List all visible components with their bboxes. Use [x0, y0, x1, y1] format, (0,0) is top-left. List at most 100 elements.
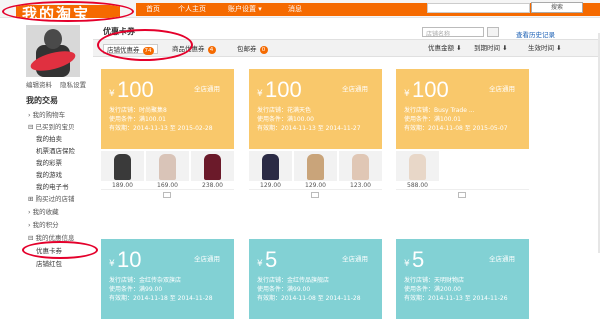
product-thumbnails: 129.00 129.00 123.00	[249, 151, 382, 189]
coupon-footer	[249, 189, 382, 199]
product-image[interactable]	[249, 151, 292, 181]
coupon-condition: 使用条件：满200.00	[404, 286, 461, 293]
sidebar-item-games[interactable]: 我的游戏	[36, 169, 62, 179]
coupon-currency: ¥	[257, 259, 263, 269]
product-thumbnails: 189.00 169.00 238.00	[101, 151, 234, 189]
sidebar-item-points[interactable]: › 我的积分	[28, 219, 59, 229]
sidebar-item-favorites[interactable]: › 我的收藏	[28, 206, 59, 216]
product-image[interactable]	[101, 151, 144, 181]
product-thumbnails: 588.00	[396, 151, 529, 189]
history-link[interactable]: 查看历史记录	[516, 29, 555, 39]
coupon-amount: 5	[265, 247, 278, 272]
coupon-issuer: 发行店铺：天明财物店	[404, 277, 465, 284]
coupon-condition: 使用条件：满99.00	[257, 286, 311, 293]
coupon-edge	[396, 66, 529, 70]
product-price: 129.00	[305, 182, 326, 189]
coupon-scope: 全店通用	[489, 255, 515, 263]
coupon-validity: 有效期：2014-11-08 至 2015-05-07	[404, 125, 508, 132]
coupon-currency: ¥	[404, 89, 410, 99]
shop-search-button[interactable]	[487, 27, 499, 37]
coupon-footer	[101, 189, 234, 199]
coupon-issuer: 发行店铺：花满天色	[257, 107, 312, 114]
coupon-edge	[249, 236, 382, 240]
card-icon[interactable]	[458, 192, 466, 198]
sort-expiry[interactable]: 到期时间 ⬇	[474, 43, 508, 53]
sidebar-item-red-packets[interactable]: 店铺红包	[36, 258, 62, 268]
coupon-footer	[396, 189, 529, 199]
coupon-amount: 100	[117, 77, 154, 102]
sidebar-item-bought[interactable]: ⊟ 已买到的宝贝	[28, 121, 75, 131]
product-price: 238.00	[202, 182, 223, 189]
logo[interactable]: 我的淘宝	[22, 3, 90, 20]
coupon-currency: ¥	[109, 259, 115, 269]
tabs-annotation-circle	[97, 29, 193, 61]
my-trade-heading: 我的交易	[26, 96, 58, 105]
card-icon[interactable]	[311, 192, 319, 198]
profile-links: 编辑资料 隐私设置	[26, 79, 92, 89]
coupon-issuer: 发行店铺：金红传杂双旗店	[109, 277, 182, 284]
product-image[interactable]	[294, 151, 337, 181]
coupon-currency: ¥	[404, 259, 410, 269]
sidebar-item-travel[interactable]: 机票酒店保险	[36, 145, 75, 155]
nav-profile[interactable]: 个人主页	[178, 3, 206, 16]
product-image[interactable]	[396, 151, 439, 181]
nav-messages[interactable]: 消息	[288, 3, 302, 16]
tab-shipping-coupons[interactable]: 包邮券 0	[237, 44, 268, 54]
coupon-condition: 使用条件：满100.00	[257, 116, 314, 123]
coupon-validity: 有效期：2014-11-13 至 2014-11-26	[404, 295, 508, 302]
coupon-face: ¥5 全店通用发行店铺：金红传品旗舰店 使用条件：满99.00 有效期：2014-11…	[249, 236, 382, 319]
avatar[interactable]	[26, 25, 80, 77]
logo-annotation-circle: 我的淘宝	[2, 1, 134, 22]
sort-amount[interactable]: 优惠金额 ⬇	[428, 43, 462, 53]
sidebar-item-ebooks[interactable]: 我的电子书	[36, 181, 69, 191]
sidebar-item-auction[interactable]: 我的拍卖	[36, 133, 62, 143]
product-price: 123.00	[350, 182, 371, 189]
coupon-scope: 全店通用	[194, 85, 220, 93]
coupon-scope: 全店通用	[342, 255, 368, 263]
coupon-validity: 有效期：2014-11-13 至 2015-02-28	[109, 125, 213, 132]
product-price: 169.00	[157, 182, 178, 189]
shop-search-input[interactable]: 店铺名称	[422, 27, 484, 38]
coupon-edge	[249, 66, 382, 70]
coupon-annotation-circle	[22, 241, 98, 259]
top-search-button[interactable]: 搜索	[531, 2, 583, 13]
coupon-amount: 100	[265, 77, 302, 102]
coupon-currency: ¥	[257, 89, 263, 99]
product-image[interactable]	[146, 151, 189, 181]
sidebar-item-shops[interactable]: ⊞ 购买过的店铺	[28, 193, 75, 203]
coupon-currency: ¥	[109, 89, 115, 99]
coupon-condition: 使用条件：满100.01	[109, 116, 166, 123]
coupon-scope: 全店通用	[194, 255, 220, 263]
edit-profile-link[interactable]: 编辑资料	[26, 81, 52, 89]
sidebar: 编辑资料 隐私设置 我的交易 › 我的购物车 ⊟ 已买到的宝贝 我的拍卖 机票酒…	[22, 25, 98, 271]
product-image[interactable]	[339, 151, 382, 181]
coupon-validity: 有效期：2014-11-18 至 2014-11-28	[109, 295, 213, 302]
coupon-issuer: 发行店铺：金红传品旗舰店	[257, 277, 330, 284]
coupon-edge	[396, 236, 529, 240]
top-search-input[interactable]	[427, 3, 530, 13]
coupon-amount: 5	[412, 247, 425, 272]
card-icon[interactable]	[163, 192, 171, 198]
coupon-edge	[101, 236, 234, 240]
coupon-issuer: 发行店铺：Busy Trade ...	[404, 107, 475, 114]
coupon-face: ¥100 全店通用 发行店铺：时尚聚集8 使用条件：满100.01 有效期：2014-1…	[101, 66, 234, 149]
coupon-amount: 100	[412, 77, 449, 102]
tab-count-badge: 4	[207, 46, 216, 54]
coupon-validity: 有效期：2014-11-13 至 2014-11-27	[257, 125, 361, 132]
nav-account-settings[interactable]: 账户设置 ▾	[228, 3, 262, 16]
coupon-validity: 有效期：2014-11-08 至 2014-11-28	[257, 295, 361, 302]
product-price: 189.00	[112, 182, 133, 189]
coupon-edge	[101, 66, 234, 70]
coupon-amount: 10	[117, 247, 142, 272]
sidebar-item-cart[interactable]: › 我的购物车	[28, 109, 65, 119]
sort-start[interactable]: 生效时间 ⬇	[528, 43, 562, 53]
coupon-condition: 使用条件：满99.00	[109, 286, 163, 293]
shop-search-placeholder: 店铺名称	[426, 31, 451, 38]
sidebar-item-lottery[interactable]: 我的彩票	[36, 157, 62, 167]
privacy-settings-link[interactable]: 隐私设置	[60, 81, 86, 89]
product-price: 129.00	[260, 182, 281, 189]
product-image[interactable]	[191, 151, 234, 181]
nav-home[interactable]: 首页	[146, 3, 160, 16]
coupon-face: ¥10 全店通用发行店铺：金红传杂双旗店 使用条件：满99.00 有效期：2014-1…	[101, 236, 234, 319]
coupon-face: ¥5 全店通用发行店铺：天明财物店 使用条件：满200.00 有效期：2014-11-…	[396, 236, 529, 319]
